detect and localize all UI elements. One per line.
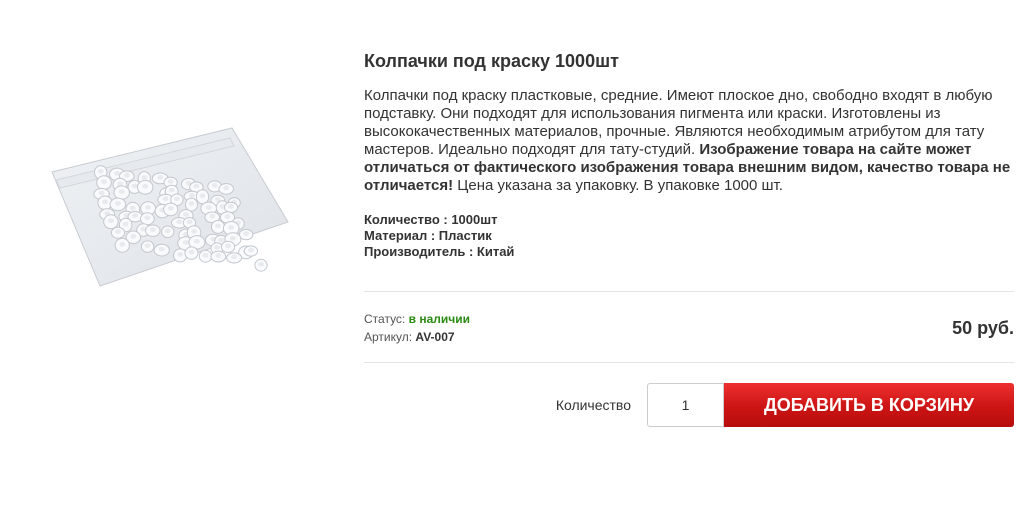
add-to-cart-button[interactable]: Добавить в корзину xyxy=(724,383,1014,427)
stock-status: Статус: в наличии xyxy=(364,312,470,326)
sku-value: AV-007 xyxy=(415,330,455,344)
product-price: 50 руб. xyxy=(952,318,1014,338)
buy-row: Количество Добавить в корзину xyxy=(364,363,1014,443)
product-title: Колпачки под краску 1000шт xyxy=(364,51,619,71)
status-badge: в наличии xyxy=(408,312,470,326)
product-description: Колпачки под краску пластковые, средние.… xyxy=(364,87,1014,195)
product-meta: Статус: в наличии Артикул: AV-007 50 руб… xyxy=(364,292,1014,362)
sku: Артикул: AV-007 xyxy=(364,330,455,344)
sku-label: Артикул: xyxy=(364,330,413,344)
product-image[interactable] xyxy=(40,110,300,300)
product-info: Колпачки под краску 1000шт Колпачки под … xyxy=(364,50,1014,443)
spec-quantity: Количество : 1000шт xyxy=(364,212,498,227)
quantity-input[interactable] xyxy=(647,383,724,427)
status-label: Статус: xyxy=(364,312,406,326)
cups-bag-image xyxy=(51,127,289,287)
spec-manufacturer: Производитель : Китай xyxy=(364,244,515,259)
quantity-label: Количество xyxy=(555,397,631,413)
description-text-end: Цена указана за упаковку. В упаковке 100… xyxy=(453,177,783,194)
spec-material: Материал : Пластик xyxy=(364,228,492,243)
product-specs: Количество : 1000шт Материал : Пластик П… xyxy=(364,212,1014,260)
